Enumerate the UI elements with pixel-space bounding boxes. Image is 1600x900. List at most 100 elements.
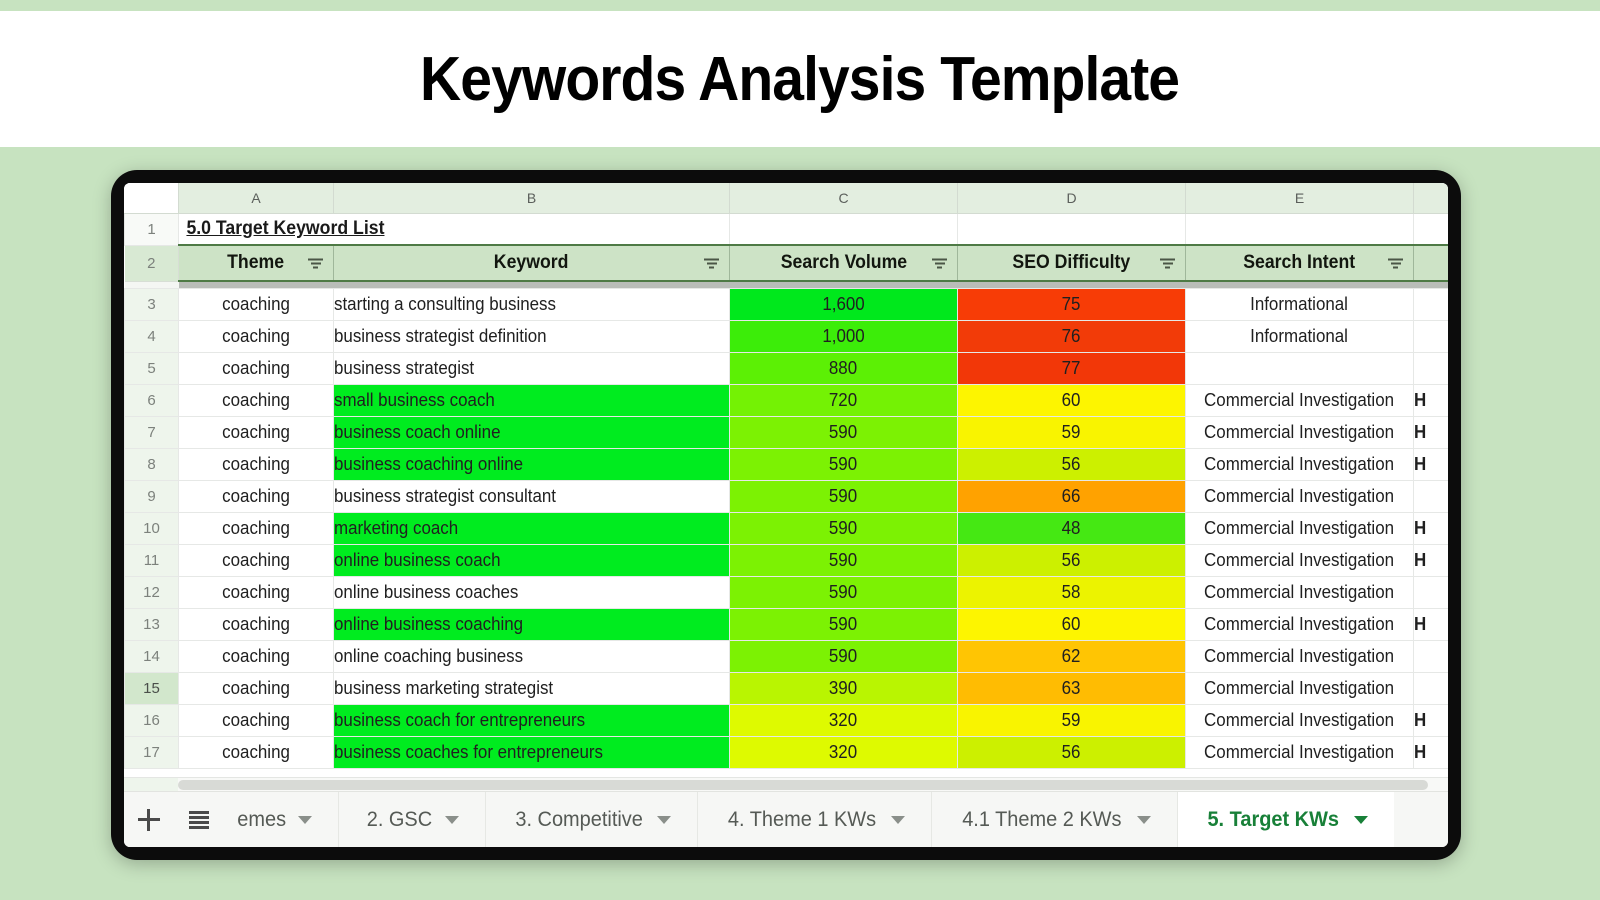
cell-column-f[interactable]: H — [1413, 511, 1448, 545]
cell-search-intent[interactable]: Commercial Investigation — [1185, 511, 1414, 545]
row-number[interactable]: 5 — [124, 351, 179, 385]
cell-seo-difficulty[interactable]: 59 — [957, 703, 1186, 737]
cell-search-intent[interactable]: Commercial Investigation — [1185, 415, 1414, 449]
cell-keyword[interactable]: online coaching business — [333, 639, 730, 673]
cell-seo-difficulty[interactable]: 66 — [957, 479, 1186, 513]
table-header-5[interactable] — [1413, 244, 1448, 282]
table-row[interactable]: 6 coaching small business coach 720 60 Commer… — [124, 383, 1448, 417]
cell-search-intent[interactable]: Commercial Investigation — [1185, 671, 1414, 705]
cell-theme[interactable]: coaching — [178, 735, 334, 769]
table-header-1[interactable]: Keyword — [333, 244, 730, 282]
column-header-A[interactable]: A — [178, 183, 334, 214]
cell-column-f[interactable]: H — [1413, 703, 1448, 737]
row-number[interactable]: 6 — [124, 383, 179, 417]
filter-icon[interactable] — [1387, 257, 1404, 270]
cell-theme[interactable]: coaching — [178, 671, 334, 705]
cell-seo-difficulty[interactable]: 56 — [957, 447, 1186, 481]
cell-theme[interactable]: coaching — [178, 415, 334, 449]
cell-search-volume[interactable]: 590 — [729, 479, 958, 513]
cell-seo-difficulty[interactable]: 56 — [957, 543, 1186, 577]
table-row[interactable]: 10 coaching marketing coach 590 48 Commercial… — [124, 511, 1448, 545]
cell-search-volume[interactable]: 1,600 — [729, 287, 958, 321]
cell-keyword[interactable]: starting a consulting business — [333, 287, 730, 321]
filter-icon[interactable] — [931, 257, 948, 270]
row-number[interactable]: 10 — [124, 511, 179, 545]
cell-search-volume[interactable]: 880 — [729, 351, 958, 385]
cell-search-volume[interactable]: 720 — [729, 383, 958, 417]
cell-search-intent[interactable]: Commercial Investigation — [1185, 479, 1414, 513]
cell-keyword[interactable]: online business coach — [333, 543, 730, 577]
cell-theme[interactable]: coaching — [178, 543, 334, 577]
row-number[interactable]: 2 — [124, 244, 179, 282]
cell-keyword[interactable]: business marketing strategist — [333, 671, 730, 705]
row-number[interactable]: 1 — [124, 212, 179, 246]
table-row[interactable]: 4 coaching business strategist definition 1… — [124, 319, 1448, 353]
cell-theme[interactable]: coaching — [178, 575, 334, 609]
cell-search-volume[interactable]: 590 — [729, 511, 958, 545]
cell-column-f[interactable] — [1413, 351, 1448, 385]
cell-theme[interactable]: coaching — [178, 447, 334, 481]
cell-keyword[interactable]: business strategist consultant — [333, 479, 730, 513]
chevron-down-icon[interactable] — [891, 815, 906, 824]
chevron-down-icon[interactable] — [298, 815, 313, 824]
row-number[interactable]: 12 — [124, 575, 179, 609]
cell-seo-difficulty[interactable]: 75 — [957, 287, 1186, 321]
table-row[interactable]: 16 coaching business coach for entrepreneu… — [124, 703, 1448, 737]
filter-icon[interactable] — [1159, 257, 1176, 270]
cell-theme[interactable]: coaching — [178, 287, 334, 321]
cell-column-f[interactable] — [1413, 671, 1448, 705]
row-number[interactable]: 3 — [124, 287, 179, 321]
empty-cell[interactable] — [1185, 212, 1414, 246]
cell-theme[interactable]: coaching — [178, 511, 334, 545]
cell-search-intent[interactable] — [1185, 351, 1414, 385]
cell-keyword[interactable]: online business coaches — [333, 575, 730, 609]
cell-search-volume[interactable]: 590 — [729, 447, 958, 481]
cell-search-intent[interactable]: Informational — [1185, 319, 1414, 353]
cell-theme[interactable]: coaching — [178, 319, 334, 353]
table-header-2[interactable]: Search Volume — [729, 244, 958, 282]
sheet-subtitle-cell[interactable]: 5.0 Target Keyword List — [178, 212, 730, 246]
cell-search-intent[interactable]: Commercial Investigation — [1185, 639, 1414, 673]
cell-seo-difficulty[interactable]: 77 — [957, 351, 1186, 385]
cell-column-f[interactable]: H — [1413, 543, 1448, 577]
cell-theme[interactable]: coaching — [178, 351, 334, 385]
row-number[interactable]: 11 — [124, 543, 179, 577]
cell-keyword[interactable]: small business coach — [333, 383, 730, 417]
cell-search-intent[interactable]: Commercial Investigation — [1185, 383, 1414, 417]
row-number[interactable]: 9 — [124, 479, 179, 513]
table-header-4[interactable]: Search Intent — [1185, 244, 1414, 282]
column-header-B[interactable]: B — [333, 183, 730, 214]
cell-seo-difficulty[interactable]: 60 — [957, 383, 1186, 417]
cell-theme[interactable]: coaching — [178, 479, 334, 513]
cell-seo-difficulty[interactable]: 48 — [957, 511, 1186, 545]
spreadsheet-grid[interactable]: A B C D E 1 5.0 Target Keyword List 2 Theme Keywo… — [124, 183, 1448, 791]
table-row[interactable]: 17 coaching business coaches for entrepren… — [124, 735, 1448, 769]
table-row[interactable]: 7 coaching business coach online 590 59 Comme… — [124, 415, 1448, 449]
table-row[interactable]: 15 coaching business marketing strategist 3… — [124, 671, 1448, 705]
chevron-down-icon[interactable] — [1137, 815, 1152, 824]
chevron-down-icon[interactable] — [445, 815, 460, 824]
select-all-corner[interactable] — [124, 183, 179, 214]
cell-column-f[interactable]: H — [1413, 735, 1448, 769]
cell-seo-difficulty[interactable]: 60 — [957, 607, 1186, 641]
cell-search-volume[interactable]: 590 — [729, 607, 958, 641]
table-row[interactable]: 8 coaching business coaching online 590 56 Co… — [124, 447, 1448, 481]
cell-search-volume[interactable]: 590 — [729, 639, 958, 673]
row-number[interactable]: 16 — [124, 703, 179, 737]
filter-icon[interactable] — [703, 257, 720, 270]
table-row[interactable]: 9 coaching business strategist consultant 5… — [124, 479, 1448, 513]
column-header-D[interactable]: D — [957, 183, 1186, 214]
column-header-E[interactable]: E — [1185, 183, 1414, 214]
cell-seo-difficulty[interactable]: 56 — [957, 735, 1186, 769]
cell-keyword[interactable]: business coaches for entrepreneurs — [333, 735, 730, 769]
chevron-down-icon[interactable] — [657, 815, 672, 824]
filter-icon[interactable] — [307, 257, 324, 270]
sheet-tab-5[interactable]: 5. Target KWs — [1178, 792, 1394, 847]
cell-seo-difficulty[interactable]: 62 — [957, 639, 1186, 673]
table-row[interactable]: 14 coaching online coaching business 590 62 C… — [124, 639, 1448, 673]
cell-column-f[interactable] — [1413, 575, 1448, 609]
cell-search-intent[interactable]: Informational — [1185, 287, 1414, 321]
cell-column-f[interactable]: H — [1413, 383, 1448, 417]
sheet-tab-1[interactable]: 2. GSC — [339, 792, 487, 847]
cell-seo-difficulty[interactable]: 76 — [957, 319, 1186, 353]
